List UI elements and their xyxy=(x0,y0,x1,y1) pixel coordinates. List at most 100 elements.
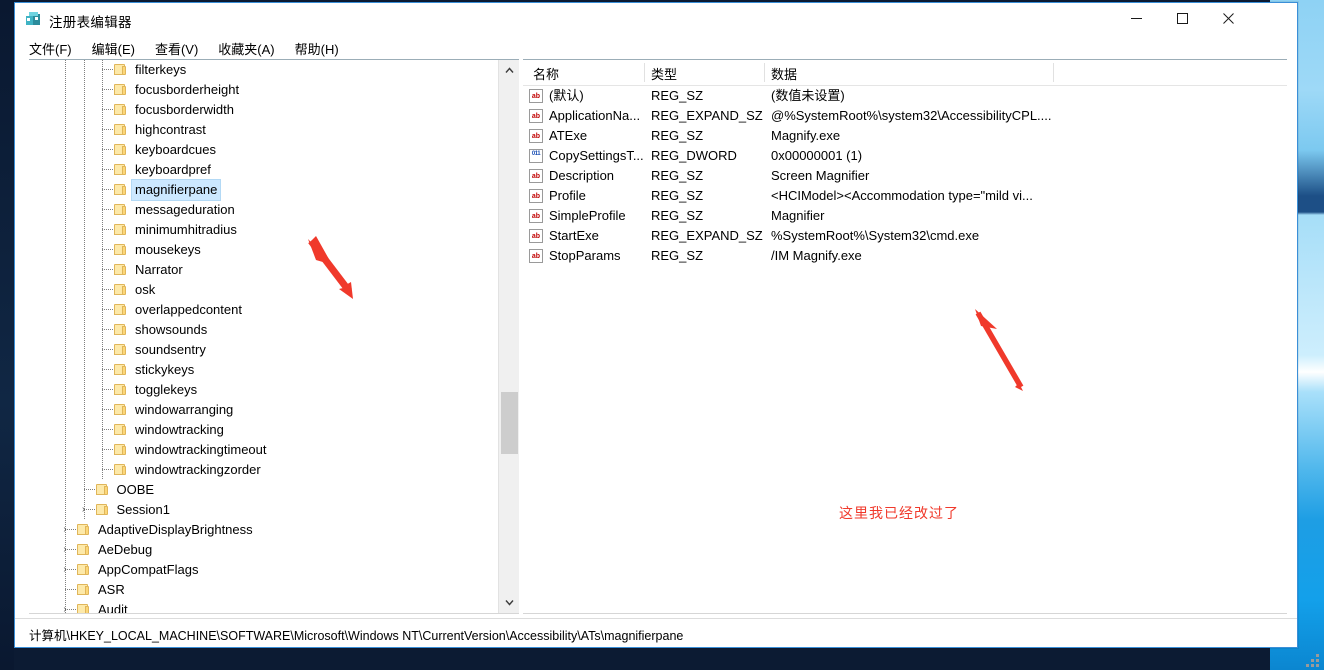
column-header-type[interactable]: 类型 xyxy=(651,64,677,83)
tree-item-highcontrast[interactable]: highcontrast xyxy=(29,120,497,140)
value-row[interactable]: ab Profile REG_SZ <HCIModel><Accommodation … xyxy=(523,186,1287,206)
menu-bar: 文件(F) 编辑(E) 查看(V) 收藏夹(A) 帮助(H) xyxy=(15,37,1297,59)
tree-item-windowtracking[interactable]: windowtracking xyxy=(29,420,497,440)
tree-item-focusborderwidth[interactable]: focusborderwidth xyxy=(29,100,497,120)
title-bar[interactable]: 注册表编辑器 xyxy=(15,3,1297,37)
minimize-button[interactable] xyxy=(1113,3,1159,34)
scroll-up-button[interactable] xyxy=(499,60,519,81)
tree-item-mousekeys[interactable]: mousekeys xyxy=(29,240,497,260)
tree-item-label: minimumhitradius xyxy=(135,222,237,237)
tree-item-filterkeys[interactable]: filterkeys xyxy=(29,60,497,80)
tree-guide-stub xyxy=(102,289,114,290)
tree-item-appcompatflags[interactable]: › AppCompatFlags xyxy=(29,560,497,580)
chevron-right-icon[interactable]: › xyxy=(59,540,71,560)
menu-item-favorites[interactable]: 收藏夹(A) xyxy=(218,39,274,58)
tree-item-windowtrackingzorder[interactable]: windowtrackingzorder xyxy=(29,460,497,480)
folder-icon xyxy=(114,104,127,116)
tree-guide-stub xyxy=(102,209,114,210)
resize-grip-icon[interactable] xyxy=(1306,652,1322,668)
folder-icon xyxy=(114,204,127,216)
values-column-header: 名称 类型 数据 xyxy=(523,60,1287,86)
tree-item-messageduration[interactable]: messageduration xyxy=(29,200,497,220)
folder-icon xyxy=(114,464,127,476)
value-type: REG_SZ xyxy=(651,88,704,103)
column-separator-1[interactable] xyxy=(644,63,645,82)
registry-editor-window: 注册表编辑器 文件(F) 编辑(E) 查看(V) 收藏夹(A) 帮助(H) fi… xyxy=(14,2,1298,648)
tree-item-asr[interactable]: ASR xyxy=(29,580,497,600)
tree-item-togglekeys[interactable]: togglekeys xyxy=(29,380,497,400)
tree-item-soundsentry[interactable]: soundsentry xyxy=(29,340,497,360)
tree-item-stickykeys[interactable]: stickykeys xyxy=(29,360,497,380)
folder-icon xyxy=(114,384,127,396)
column-header-data[interactable]: 数据 xyxy=(771,64,797,83)
menu-item-file[interactable]: 文件(F) xyxy=(29,39,72,58)
tree-guide-stub xyxy=(102,329,114,330)
value-row[interactable]: 011 CopySettingsT... REG_DWORD 0x00000001 (… xyxy=(523,146,1287,166)
folder-icon xyxy=(114,244,127,256)
tree-guide-line xyxy=(65,300,66,320)
value-type: REG_SZ xyxy=(651,188,704,203)
value-row[interactable]: ab ATExe REG_SZ Magnify.exe xyxy=(523,126,1287,146)
tree-guide-line xyxy=(83,300,85,320)
tree-item-aedebug[interactable]: › AeDebug xyxy=(29,540,497,560)
tree-item-keyboardcues[interactable]: keyboardcues xyxy=(29,140,497,160)
value-row[interactable]: ab StartExe REG_EXPAND_SZ %SystemRoot%\Syst… xyxy=(523,226,1287,246)
folder-icon xyxy=(77,524,90,536)
tree-item-session1[interactable]: › Session1 xyxy=(29,500,497,520)
window-title: 注册表编辑器 xyxy=(49,15,132,30)
chevron-right-icon[interactable]: › xyxy=(59,520,71,540)
value-name: SimpleProfile xyxy=(549,208,626,223)
tree-item-keyboardpref[interactable]: keyboardpref xyxy=(29,160,497,180)
values-rows: ab (默认) REG_SZ (数值未设置) ab ApplicationNa... REG… xyxy=(523,86,1287,266)
value-row[interactable]: ab (默认) REG_SZ (数值未设置) xyxy=(523,86,1287,106)
tree-item-windowarranging[interactable]: windowarranging xyxy=(29,400,497,420)
tree-item-overlappedcontent[interactable]: overlappedcontent xyxy=(29,300,497,320)
registry-tree-pane[interactable]: filterkeys focusborderheight focusborderwi… xyxy=(29,59,519,614)
registry-values-pane[interactable]: 名称 类型 数据 ab (默认) REG_SZ (数值未设置) ab Applicatio… xyxy=(523,59,1287,614)
value-type: REG_EXPAND_SZ xyxy=(651,228,763,243)
tree-guide-line xyxy=(83,440,85,460)
chevron-right-icon[interactable]: › xyxy=(59,560,71,580)
value-data: Screen Magnifier xyxy=(771,168,870,183)
tree-scrollbar-thumb[interactable] xyxy=(501,392,518,454)
tree-item-windowtrackingtimeout[interactable]: windowtrackingtimeout xyxy=(29,440,497,460)
column-separator-3[interactable] xyxy=(1053,63,1054,82)
tree-item-oobe[interactable]: OOBE xyxy=(29,480,497,500)
maximize-button[interactable] xyxy=(1159,3,1205,34)
column-header-name[interactable]: 名称 xyxy=(533,64,559,83)
tree-item-showsounds[interactable]: showsounds xyxy=(29,320,497,340)
menu-item-edit[interactable]: 编辑(E) xyxy=(92,39,135,58)
value-row[interactable]: ab Description REG_SZ Screen Magnifier xyxy=(523,166,1287,186)
tree-item-narrator[interactable]: Narrator xyxy=(29,260,497,280)
tree-item-label: filterkeys xyxy=(135,62,187,77)
chevron-right-icon[interactable]: › xyxy=(78,500,90,520)
tree-item-label: messageduration xyxy=(135,202,235,217)
tree-item-minimumhitradius[interactable]: minimumhitradius xyxy=(29,220,497,240)
tree-item-label: magnifierpane xyxy=(130,179,222,201)
tree-guide-line xyxy=(102,380,103,400)
folder-icon xyxy=(95,484,109,496)
tree-scrollbar[interactable] xyxy=(498,60,519,613)
value-type: REG_DWORD xyxy=(651,148,737,163)
value-row[interactable]: ab SimpleProfile REG_SZ Magnifier xyxy=(523,206,1287,226)
close-button[interactable] xyxy=(1205,3,1251,34)
scroll-down-button[interactable] xyxy=(499,592,519,613)
tree-guide-line xyxy=(102,340,103,360)
menu-item-view[interactable]: 查看(V) xyxy=(155,39,198,58)
tree-item-audit[interactable]: › Audit xyxy=(29,600,497,613)
value-row[interactable]: ab StopParams REG_SZ/IM Magnify.exe xyxy=(523,246,1287,266)
value-row[interactable]: ab ApplicationNa... REG_EXPAND_SZ @%SystemR… xyxy=(523,106,1287,126)
tree-guide-line xyxy=(83,360,85,380)
tree-item-adaptivedisplaybrightness[interactable]: › AdaptiveDisplayBrightness xyxy=(29,520,497,540)
tree-item-magnifierpane[interactable]: magnifierpane xyxy=(29,179,497,201)
menu-item-help[interactable]: 帮助(H) xyxy=(295,39,339,58)
tree-item-focusborderheight[interactable]: focusborderheight xyxy=(29,80,497,100)
tree-item-label: windowarranging xyxy=(135,402,234,417)
tree-item-osk[interactable]: osk xyxy=(29,280,497,300)
string-value-icon: ab xyxy=(529,189,543,203)
string-value-icon: ab xyxy=(529,89,543,103)
tree-guide-line xyxy=(65,480,66,500)
chevron-right-icon[interactable]: › xyxy=(59,600,71,613)
column-separator-2[interactable] xyxy=(764,63,765,82)
tree-item-label: windowtrackingtimeout xyxy=(135,442,267,457)
